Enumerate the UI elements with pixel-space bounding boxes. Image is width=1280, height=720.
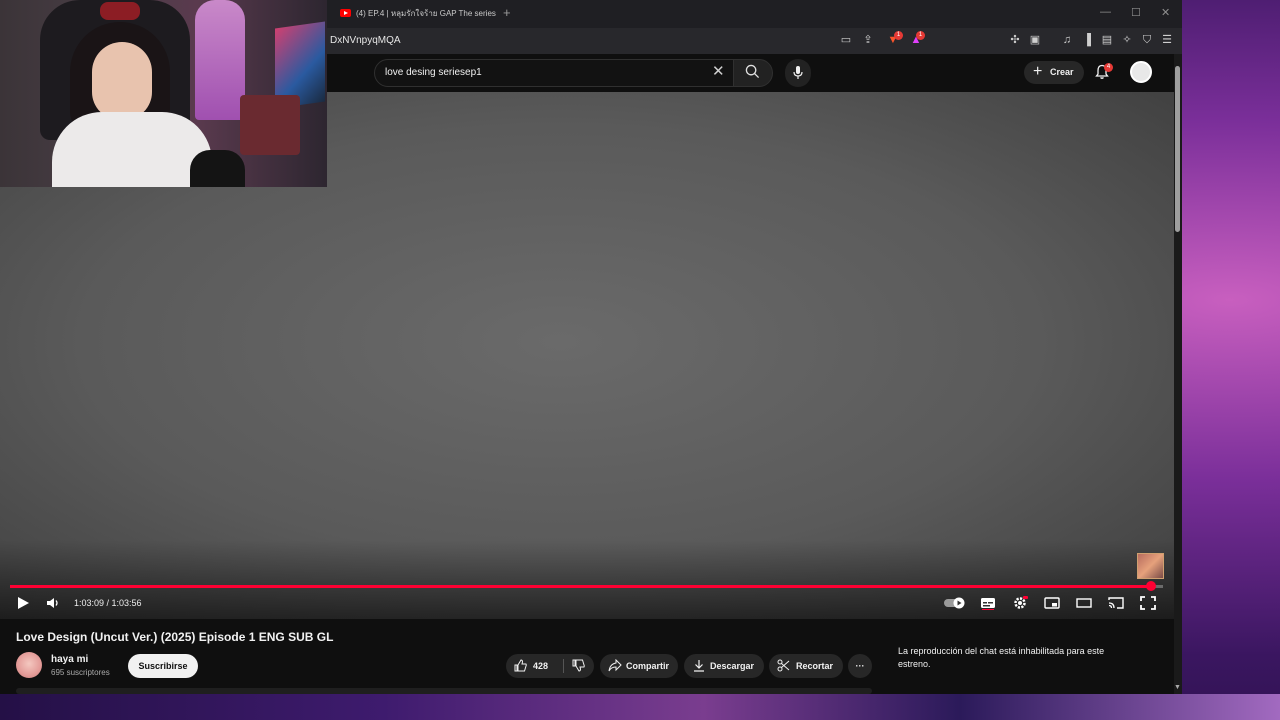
webcam-overlay bbox=[0, 0, 327, 187]
notifications-badge: 4 bbox=[1104, 63, 1113, 72]
scroll-down-arrow[interactable]: ▼ bbox=[1174, 684, 1181, 691]
fullscreen-icon[interactable] bbox=[1140, 596, 1156, 610]
scissors-icon bbox=[777, 659, 790, 672]
like-button[interactable]: 428 bbox=[506, 654, 562, 678]
scrollbar-thumb[interactable] bbox=[1175, 66, 1180, 232]
new-tab-button[interactable]: + bbox=[503, 6, 511, 19]
cast-page-icon[interactable]: ▭ bbox=[839, 33, 853, 47]
active-tab[interactable]: (4) EP.4 | หลุมรักใจร้าย GAP The series bbox=[334, 4, 498, 24]
settings-icon[interactable] bbox=[1012, 596, 1028, 610]
time-display: 1:03:09 / 1:03:56 bbox=[74, 598, 142, 608]
video-title: Love Design (Uncut Ver.) (2025) Episode … bbox=[16, 630, 334, 644]
leo-ai-icon[interactable]: ✧ bbox=[1120, 33, 1134, 47]
menu-icon[interactable]: ☰ bbox=[1160, 33, 1174, 47]
like-count: 428 bbox=[533, 661, 549, 671]
more-actions-button[interactable]: ··· bbox=[848, 654, 872, 678]
download-label: Descargar bbox=[710, 661, 755, 671]
subscriber-count: 695 suscriptores bbox=[51, 668, 110, 677]
subscribe-button[interactable]: Suscribirse bbox=[128, 654, 198, 678]
create-label: Crear bbox=[1050, 67, 1074, 77]
url-field[interactable]: DxNVnpyqMQA bbox=[330, 29, 401, 53]
description-box-edge bbox=[16, 688, 872, 694]
minimize-button[interactable]: — bbox=[1100, 6, 1111, 18]
brave-badge: 1 bbox=[894, 31, 903, 40]
like-dislike-group: 428 bbox=[506, 654, 594, 678]
controls-gradient bbox=[0, 540, 1174, 619]
search-input-value: love desing seriesep1 bbox=[385, 67, 482, 78]
channel-avatar[interactable] bbox=[16, 652, 42, 678]
like-icon bbox=[514, 659, 527, 672]
clear-search-icon[interactable]: ✕ bbox=[712, 64, 725, 80]
subtitles-icon[interactable] bbox=[980, 596, 996, 610]
share-icon bbox=[608, 659, 622, 672]
screenshot-icon[interactable]: ▣ bbox=[1028, 33, 1042, 47]
cast-icon[interactable] bbox=[1108, 596, 1124, 610]
voice-search-button[interactable] bbox=[785, 59, 811, 87]
progress-scrubber[interactable] bbox=[1146, 581, 1156, 591]
share-page-icon[interactable]: ⇪ bbox=[861, 33, 875, 47]
rewards-badge: 1 bbox=[916, 31, 925, 40]
chat-disabled-message: La reproducción del chat está inhabilita… bbox=[898, 646, 1105, 669]
tab-title: (4) EP.4 | หลุมรักใจร้าย GAP The series bbox=[356, 9, 496, 18]
play-icon[interactable] bbox=[16, 596, 30, 610]
autoplay-toggle[interactable] bbox=[943, 596, 967, 610]
download-button[interactable]: Descargar bbox=[684, 654, 764, 678]
search-icon bbox=[745, 64, 760, 79]
share-label: Compartir bbox=[626, 661, 670, 671]
volume-icon[interactable] bbox=[46, 596, 61, 610]
progress-fill bbox=[10, 585, 1150, 588]
desktop-wallpaper-strip bbox=[0, 694, 1280, 720]
dislike-icon bbox=[572, 659, 585, 672]
sidebar-icon[interactable]: ▐ bbox=[1080, 33, 1094, 47]
account-avatar[interactable] bbox=[1130, 61, 1152, 83]
wallet-icon[interactable]: ▤ bbox=[1100, 33, 1114, 47]
close-window-button[interactable]: ✕ bbox=[1161, 6, 1170, 19]
clip-label: Recortar bbox=[796, 661, 834, 671]
channel-name[interactable]: haya mi bbox=[51, 654, 88, 665]
miniplayer-icon[interactable] bbox=[1044, 596, 1060, 610]
maximize-button[interactable]: ☐ bbox=[1131, 6, 1141, 19]
dislike-button[interactable] bbox=[564, 654, 594, 678]
clip-button[interactable]: Recortar bbox=[769, 654, 843, 678]
music-icon[interactable]: ♫ bbox=[1060, 33, 1074, 47]
download-icon bbox=[694, 660, 704, 672]
extensions-icon[interactable]: ✣ bbox=[1008, 33, 1022, 47]
plus-icon: + bbox=[1033, 63, 1043, 80]
vpn-icon[interactable]: ⛉ bbox=[1140, 33, 1154, 47]
youtube-favicon bbox=[340, 9, 351, 17]
share-button[interactable]: Compartir bbox=[600, 654, 678, 678]
microphone-icon bbox=[793, 66, 803, 79]
theater-icon[interactable] bbox=[1076, 596, 1092, 610]
end-screen-thumbnail[interactable] bbox=[1137, 553, 1164, 579]
